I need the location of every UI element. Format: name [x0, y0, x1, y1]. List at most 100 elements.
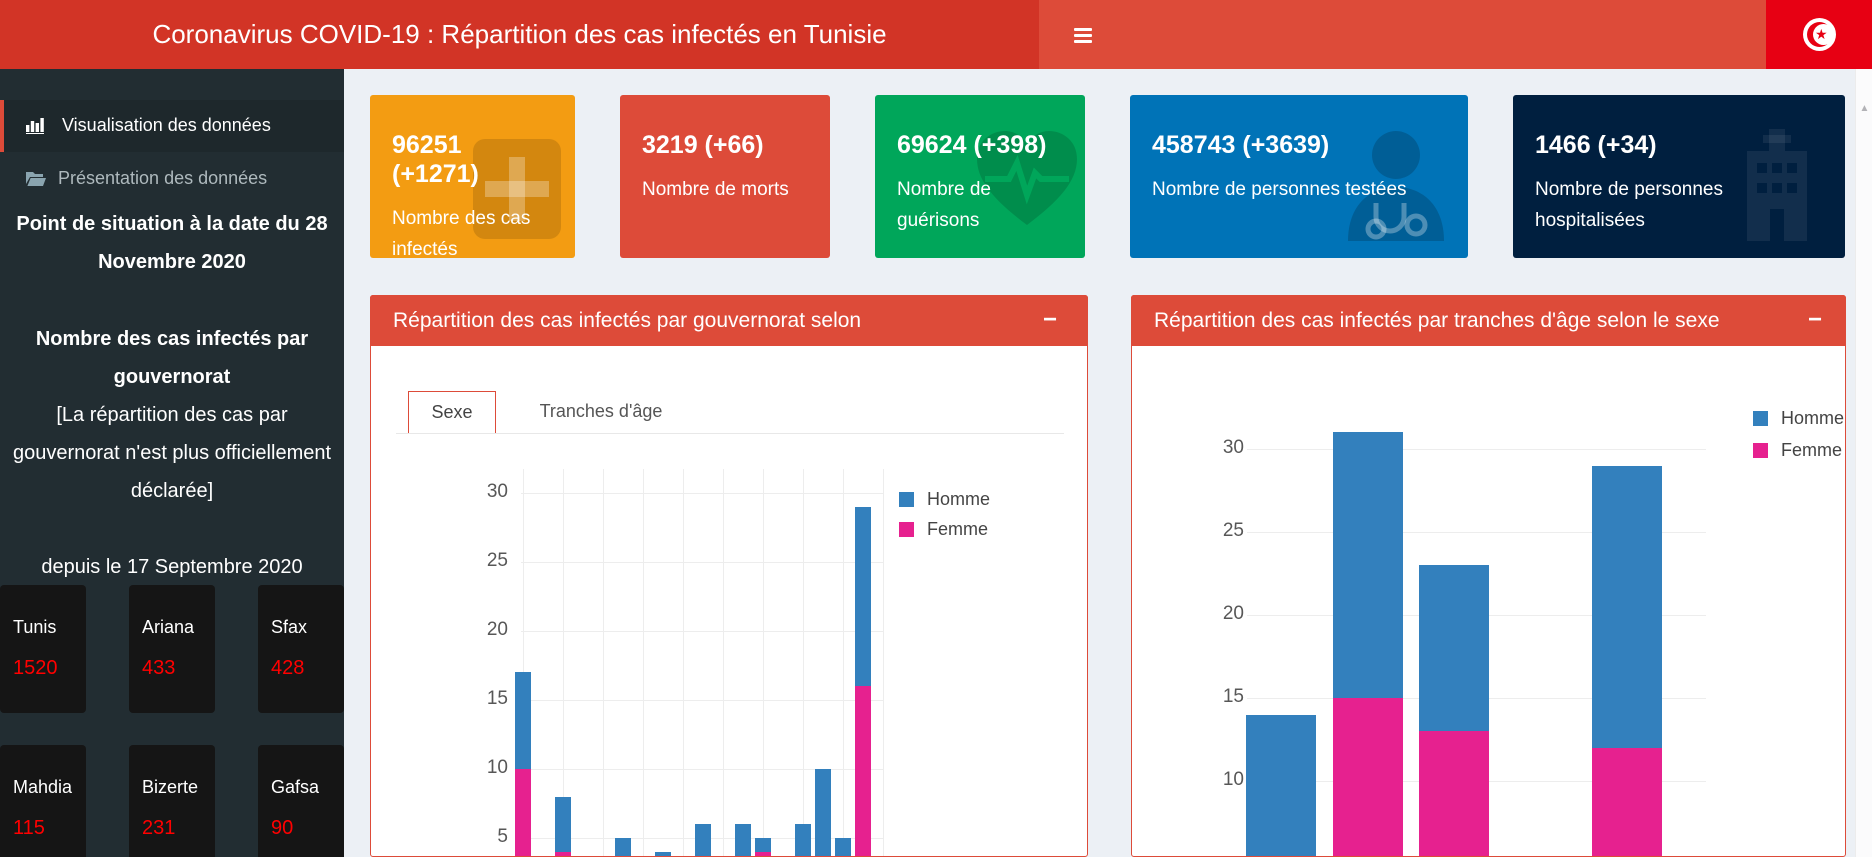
sidebar-item-label: Présentation des données: [58, 168, 267, 189]
sidebar-toggle-hamburger-icon[interactable]: [1062, 14, 1104, 56]
governorate-tile-gafsa: Gafsa 90: [258, 745, 344, 857]
legend-label-homme[interactable]: Homme: [927, 489, 990, 510]
gridline-vertical: [843, 469, 844, 856]
governorate-name: Sfax: [271, 615, 344, 639]
sidebar: Visualisation des données Présentation d…: [0, 69, 344, 857]
page-title: Coronavirus COVID-19 : Répartition des c…: [0, 0, 1039, 69]
legend-swatch-homme[interactable]: [899, 492, 914, 507]
covid-dashboard: Coronavirus COVID-19 : Répartition des c…: [0, 0, 1872, 857]
governorate-count: 115: [13, 817, 86, 840]
sidebar-item-label: Visualisation des données: [62, 115, 271, 136]
chart-gouvernorat-par-sexe: 51015202530HommeFemme: [371, 296, 1087, 856]
bar-segment-homme: [555, 797, 571, 852]
y-axis-tick-label: 15: [458, 688, 508, 710]
y-axis-tick-label: 20: [1194, 603, 1244, 625]
bar-chart-icon: [26, 118, 44, 139]
governorate-count: 428: [271, 657, 344, 680]
bar-segment-femme: [1333, 698, 1403, 856]
governorate-count: 90: [271, 817, 344, 840]
bar-segment-homme: [795, 824, 811, 856]
y-axis-tick-label: 25: [1194, 520, 1244, 542]
governorate-count: 231: [142, 817, 215, 840]
governorate-tile-sfax: Sfax 428: [258, 585, 344, 713]
gridline-horizontal: [521, 700, 883, 701]
gridline-vertical: [603, 469, 604, 856]
governorate-tile-ariana: Ariana 433: [129, 585, 215, 713]
governorate-name: Bizerte: [142, 775, 215, 799]
navbar: [1039, 0, 1766, 69]
panel-tranches-age: Répartition des cas infectés par tranche…: [1131, 295, 1846, 857]
governorate-name: Mahdia: [13, 775, 86, 799]
scroll-up-arrow-icon[interactable]: ▲: [1856, 103, 1872, 121]
bar-segment-homme: [755, 838, 771, 852]
governorate-name: Gafsa: [271, 775, 344, 799]
y-axis-tick-label: 20: [458, 619, 508, 641]
sidebar-item-visualisation[interactable]: Visualisation des données: [0, 100, 344, 152]
y-axis-tick-label: 10: [1194, 769, 1244, 791]
bar-segment-homme: [815, 769, 831, 856]
legend-label-femme[interactable]: Femme: [927, 519, 988, 540]
bar-segment-femme: [515, 769, 531, 856]
stat-card-hospitalized: 1466 (+34) Nombre de personnes hospitali…: [1513, 95, 1845, 258]
gridline-horizontal: [521, 562, 883, 563]
stat-card-tested: 458743 (+3639) Nombre de personnes testé…: [1130, 95, 1468, 258]
legend-label-femme[interactable]: Femme: [1781, 440, 1842, 461]
bar-segment-homme: [515, 672, 531, 769]
gridline-horizontal: [521, 493, 883, 494]
page-scrollbar[interactable]: ▲: [1855, 69, 1872, 857]
legend-swatch-femme[interactable]: [1753, 443, 1768, 458]
legend-swatch-homme[interactable]: [1753, 411, 1768, 426]
stat-value: 96251 (+1271): [392, 131, 553, 189]
bar-segment-homme: [735, 824, 751, 856]
y-axis-tick-label: 15: [1194, 686, 1244, 708]
stat-label: Nombre de personnes testées: [1152, 174, 1446, 205]
tunisia-flag-emblem-icon: ★: [1803, 18, 1836, 51]
gridline-vertical: [883, 469, 884, 856]
bar-segment-homme: [855, 507, 871, 686]
y-axis-tick-label: 30: [1194, 437, 1244, 459]
situation-date-heading: Point de situation à la date du 28 Novem…: [8, 205, 336, 281]
stat-card-recovered: 69624 (+398) Nombre de guérisons: [875, 95, 1085, 258]
legend-label-homme[interactable]: Homme: [1781, 408, 1844, 429]
governorate-name: Tunis: [13, 615, 86, 639]
gridline-vertical: [723, 469, 724, 856]
gridline-vertical: [763, 469, 764, 856]
governorate-tile-tunis: Tunis 1520: [0, 585, 86, 713]
legend-swatch-femme[interactable]: [899, 522, 914, 537]
bar-segment-homme: [1592, 466, 1662, 748]
collapse-minus-button[interactable]: −: [1033, 304, 1067, 338]
bar-segment-femme: [1419, 731, 1489, 856]
stat-label: Nombre de personnes hospitalisées: [1535, 174, 1823, 236]
bar-segment-femme: [855, 686, 871, 856]
gridline-horizontal: [521, 631, 883, 632]
y-axis-tick-label: 30: [458, 481, 508, 503]
stat-value: 458743 (+3639): [1152, 131, 1446, 160]
governorate-count: 433: [142, 657, 215, 680]
stat-label: Nombre des cas infectés: [392, 203, 553, 258]
stat-value: 3219 (+66): [642, 131, 808, 160]
bar-segment-homme: [1333, 432, 1403, 698]
y-axis-tick-label: 5: [458, 826, 508, 848]
collapse-minus-button[interactable]: −: [1798, 304, 1832, 338]
bar-segment-homme: [1246, 715, 1316, 856]
bar-segment-homme: [1419, 565, 1489, 731]
governorate-count: 1520: [13, 657, 86, 680]
governorate-tile-bizerte: Bizerte 231: [129, 745, 215, 857]
tunisia-flag: ★: [1766, 0, 1872, 69]
folder-icon: [26, 171, 46, 191]
note-title: Nombre des cas infectés par gouvernorat: [8, 320, 336, 396]
panel-gouvernorat: Répartition des cas infectés par gouvern…: [370, 295, 1088, 857]
bar-segment-homme: [615, 838, 631, 856]
gridline-horizontal: [1247, 449, 1706, 450]
sidebar-item-presentation[interactable]: Présentation des données: [0, 153, 344, 205]
stat-value: 69624 (+398): [897, 131, 1063, 160]
chart-tranches-age-par-sexe: 10 15 20 25 30 Homme Femme: [1132, 296, 1845, 856]
note-since: depuis le 17 Septembre 2020: [8, 548, 336, 586]
bar-segment-homme: [835, 838, 851, 856]
note-body: [La répartition des cas par gouvernorat …: [8, 396, 336, 510]
bar-segment-homme: [655, 852, 671, 856]
y-axis-tick-label: 25: [458, 550, 508, 572]
stat-value: 1466 (+34): [1535, 131, 1823, 160]
gridline-vertical: [643, 469, 644, 856]
bar-segment-femme: [1592, 748, 1662, 856]
